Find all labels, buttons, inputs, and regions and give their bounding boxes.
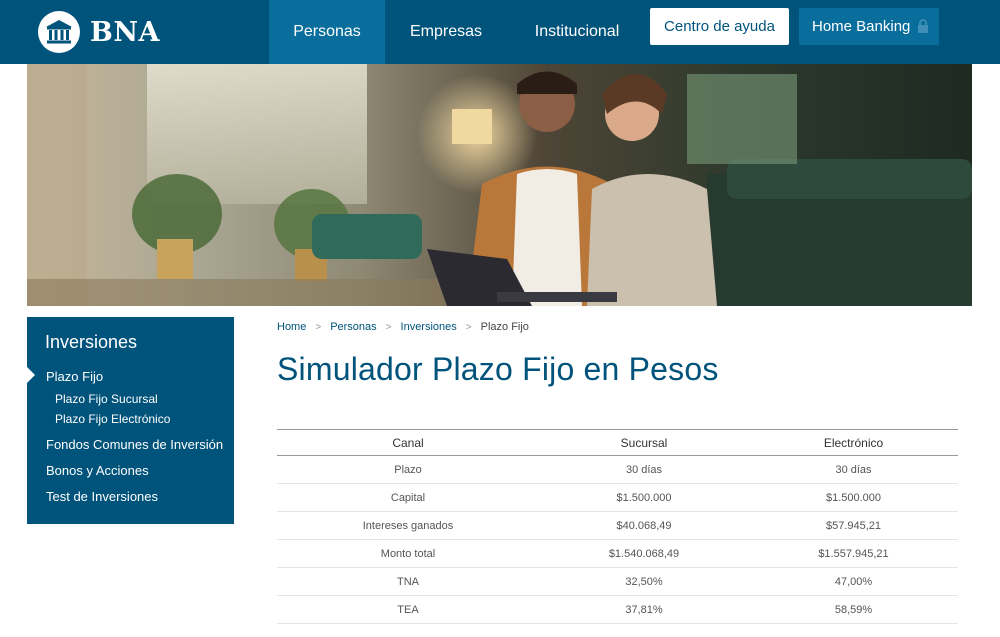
nav-item-personas[interactable]: Personas bbox=[269, 0, 385, 64]
sucursal-value: $40.068,49 bbox=[539, 511, 749, 540]
lock-icon bbox=[918, 19, 928, 33]
table-row: Intereses ganados $40.068,49 $57.945,21 bbox=[277, 511, 958, 540]
sidebar-item-plazo-fijo-sucursal[interactable]: Plazo Fijo Sucursal bbox=[55, 392, 158, 406]
sucursal-value: 30 días bbox=[539, 455, 749, 484]
sucursal-value: $1.500.000 bbox=[539, 483, 749, 512]
home-banking-button[interactable]: Home Banking bbox=[799, 8, 939, 45]
column-header-canal: Canal bbox=[277, 429, 539, 456]
breadcrumb: Home > Personas > Inversiones > Plazo Fi… bbox=[277, 321, 529, 333]
electronico-value: $1.500.000 bbox=[749, 483, 958, 512]
table-row: TEA 37,81% 58,59% bbox=[277, 595, 958, 624]
table-header-row: Canal Sucursal Electrónico bbox=[277, 429, 958, 456]
table-row: TNA 32,50% 47,00% bbox=[277, 567, 958, 596]
top-header: BNA Personas Empresas Institucional Cent… bbox=[0, 0, 1000, 64]
help-center-button[interactable]: Centro de ayuda bbox=[650, 8, 789, 45]
row-label: Capital bbox=[277, 483, 539, 512]
brand-name: BNA bbox=[90, 16, 160, 48]
sidebar-item-bonos-acciones[interactable]: Bonos y Acciones bbox=[46, 463, 149, 478]
row-label: TEA bbox=[277, 595, 539, 624]
brand-logo[interactable]: BNA bbox=[38, 6, 160, 58]
sidebar-item-plazo-fijo-electronico[interactable]: Plazo Fijo Electrónico bbox=[55, 412, 170, 426]
row-label: Monto total bbox=[277, 539, 539, 568]
simulation-table: Canal Sucursal Electrónico Plazo 30 días… bbox=[277, 429, 958, 624]
row-label: Intereses ganados bbox=[277, 511, 539, 540]
row-label: Plazo bbox=[277, 455, 539, 484]
page-title: Simulador Plazo Fijo en Pesos bbox=[277, 351, 719, 387]
electronico-value: $57.945,21 bbox=[749, 511, 958, 540]
main-nav: Personas Empresas Institucional bbox=[269, 0, 647, 64]
nav-item-empresas[interactable]: Empresas bbox=[385, 0, 507, 64]
column-header-electronico: Electrónico bbox=[749, 429, 958, 456]
home-banking-label: Home Banking bbox=[812, 18, 911, 35]
table-row: Plazo 30 días 30 días bbox=[277, 455, 958, 484]
sidebar-title: Inversiones bbox=[45, 332, 138, 352]
sucursal-value: 37,81% bbox=[539, 595, 749, 624]
hero-illustration bbox=[27, 64, 972, 306]
sidebar-item-fondos-comunes[interactable]: Fondos Comunes de Inversión bbox=[46, 437, 223, 452]
chevron-right-icon: > bbox=[385, 321, 392, 333]
sucursal-value: $1.540.068,49 bbox=[539, 539, 749, 568]
breadcrumb-home[interactable]: Home bbox=[277, 321, 306, 333]
breadcrumb-current: Plazo Fijo bbox=[480, 321, 529, 333]
chevron-right-icon: > bbox=[315, 321, 322, 333]
sidebar-item-plazo-fijo[interactable]: Plazo Fijo bbox=[46, 369, 103, 384]
electronico-value: 47,00% bbox=[749, 567, 958, 596]
row-label: TNA bbox=[277, 567, 539, 596]
breadcrumb-personas[interactable]: Personas bbox=[330, 321, 376, 333]
table-row: Capital $1.500.000 $1.500.000 bbox=[277, 483, 958, 512]
table-row: Monto total $1.540.068,49 $1.557.945,21 bbox=[277, 539, 958, 568]
electronico-value: $1.557.945,21 bbox=[749, 539, 958, 568]
hero-image bbox=[27, 64, 972, 306]
nav-item-institucional[interactable]: Institucional bbox=[507, 0, 647, 64]
bank-building-icon bbox=[38, 11, 80, 53]
electronico-value: 30 días bbox=[749, 455, 958, 484]
sidebar-item-test-inversiones[interactable]: Test de Inversiones bbox=[46, 489, 158, 504]
chevron-right-icon: > bbox=[465, 321, 472, 333]
sidebar-menu: Inversiones Plazo Fijo Plazo Fijo Sucurs… bbox=[27, 317, 234, 524]
active-item-pointer-icon bbox=[27, 367, 35, 383]
electronico-value: 58,59% bbox=[749, 595, 958, 624]
sucursal-value: 32,50% bbox=[539, 567, 749, 596]
breadcrumb-inversiones[interactable]: Inversiones bbox=[401, 321, 457, 333]
column-header-sucursal: Sucursal bbox=[539, 429, 749, 456]
